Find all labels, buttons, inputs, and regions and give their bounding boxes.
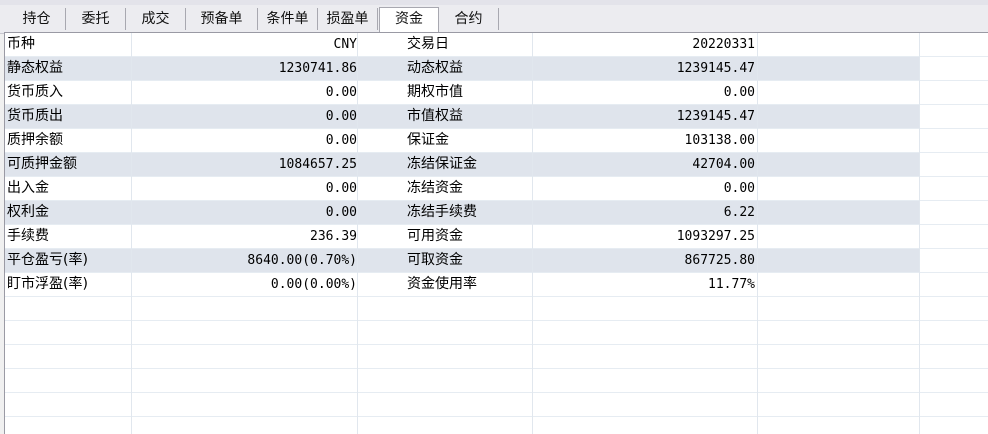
column-divider [919,33,920,434]
field-value: 1230741.86 [278,61,357,76]
tab-funds[interactable]: 资金 [379,7,439,33]
field-value: 0.00 [723,181,755,196]
field-label: 动态权益 [407,60,463,76]
field-label: 交易日 [407,36,449,52]
table-row: 货币质出 0.00 市值权益 1239145.47 [5,105,988,129]
field-label: 可质押金额 [7,156,77,172]
field-value: 0.00 [325,181,357,196]
column-divider [357,33,358,434]
table-row: 币种 CNY 交易日 20220331 [5,33,988,57]
field-value: 1084657.25 [278,157,357,172]
tab-positions[interactable]: 持仓 [8,8,66,30]
table-row: 出入金 0.00 冻结资金 0.00 [5,177,988,201]
tab-trades[interactable]: 成交 [126,8,186,30]
field-label: 权利金 [7,204,49,220]
field-label: 保证金 [407,132,449,148]
field-label: 冻结资金 [407,180,463,196]
field-label: 币种 [7,36,35,52]
field-label: 质押余额 [7,132,63,148]
funds-grid: 币种 CNY 交易日 20220331 静态权益 1230741.86 动态权益… [4,32,988,434]
table-row: 货币质入 0.00 期权市值 0.00 [5,81,988,105]
table-row: 权利金 0.00 冻结手续费 6.22 [5,201,988,225]
field-label: 货币质入 [7,84,63,100]
column-divider [532,33,533,434]
field-label: 出入金 [7,180,49,196]
tab-orders[interactable]: 委托 [66,8,126,30]
column-divider [757,33,758,434]
field-label: 市值权益 [407,108,463,124]
field-label: 盯市浮盈(率) [7,276,88,292]
field-label: 静态权益 [7,60,63,76]
field-value: 0.00 [325,109,357,124]
field-value: 0.00 [325,205,357,220]
field-value: CNY [333,37,357,52]
field-value: 8640.00(0.70%) [247,253,357,268]
field-value: 11.77% [708,277,755,292]
field-value: 42704.00 [692,157,755,172]
table-row: 手续费 236.39 可用资金 1093297.25 [5,225,988,249]
field-label: 资金使用率 [407,276,477,292]
tab-prepared-orders[interactable]: 预备单 [186,8,258,30]
field-label: 手续费 [7,228,49,244]
table-row: 静态权益 1230741.86 动态权益 1239145.47 [5,57,988,81]
table-row: 质押余额 0.00 保证金 103138.00 [5,129,988,153]
field-label: 可用资金 [407,228,463,244]
field-value: 0.00 [325,133,357,148]
tab-contracts[interactable]: 合约 [439,8,499,30]
field-value: 103138.00 [684,133,755,148]
field-label: 货币质出 [7,108,63,124]
field-value: 6.22 [723,205,755,220]
field-value: 0.00 [325,85,357,100]
field-label: 冻结手续费 [407,204,477,220]
field-value: 0.00 [723,85,755,100]
tab-stop-profit-orders[interactable]: 损盈单 [318,8,378,30]
field-label: 平仓盈亏(率) [7,252,88,268]
field-value: 1239145.47 [676,61,755,76]
field-value: 1093297.25 [676,229,755,244]
field-label: 可取资金 [407,252,463,268]
tab-bar: 持仓 委托 成交 预备单 条件单 损盈单 资金 合约 [0,0,988,34]
field-label: 期权市值 [407,84,463,100]
table-row: 盯市浮盈(率) 0.00(0.00%) 资金使用率 11.77% [5,273,988,297]
table-row: 平仓盈亏(率) 8640.00(0.70%) 可取资金 867725.80 [5,249,988,273]
field-value: 1239145.47 [676,109,755,124]
field-label: 冻结保证金 [407,156,477,172]
field-value: 867725.80 [684,253,755,268]
field-value: 236.39 [310,229,357,244]
table-row: 可质押金额 1084657.25 冻结保证金 42704.00 [5,153,988,177]
field-value: 0.00(0.00%) [270,277,357,292]
tab-conditional-orders[interactable]: 条件单 [258,8,318,30]
field-value: 20220331 [692,37,755,52]
column-divider [131,33,132,434]
top-strip [0,0,988,5]
